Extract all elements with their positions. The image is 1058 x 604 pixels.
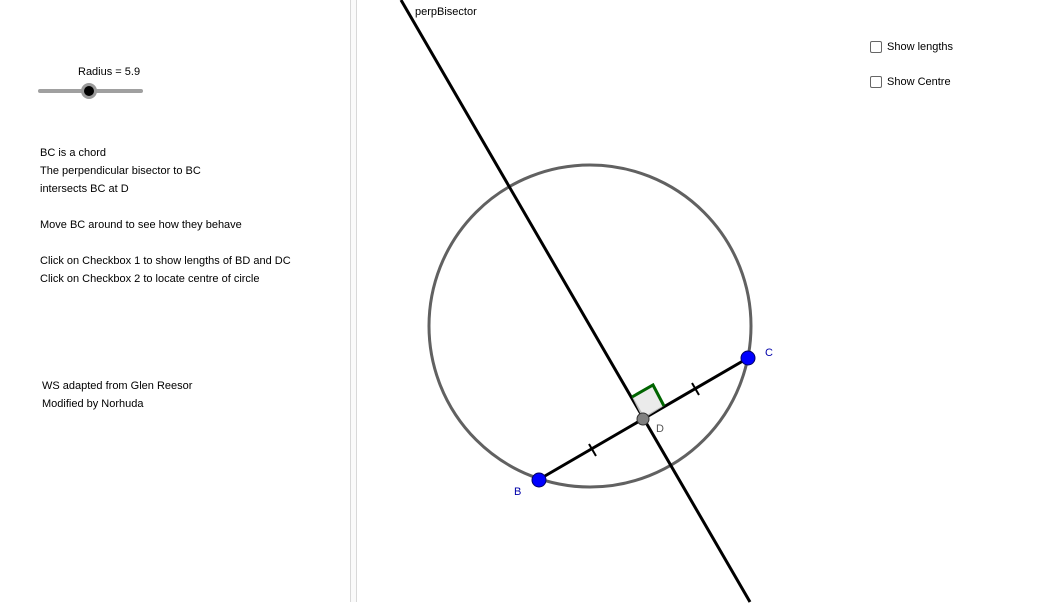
- show-centre-checkbox-row[interactable]: Show Centre: [870, 73, 951, 91]
- right-angle-marker: [631, 382, 666, 419]
- point-c-label: C: [765, 347, 773, 359]
- perpendicular-bisector-line[interactable]: [399, 0, 752, 603]
- point-d[interactable]: [636, 412, 650, 426]
- show-lengths-checkbox[interactable]: [870, 41, 882, 53]
- perp-bisector-label: perpBisector: [415, 6, 477, 18]
- point-c[interactable]: [740, 350, 756, 366]
- point-d-label: D: [656, 423, 664, 435]
- show-lengths-label[interactable]: Show lengths: [887, 41, 953, 53]
- point-b[interactable]: [531, 472, 547, 488]
- point-b-label: B: [514, 486, 521, 498]
- show-lengths-checkbox-row[interactable]: Show lengths: [870, 38, 953, 56]
- show-centre-label[interactable]: Show Centre: [887, 76, 951, 88]
- show-centre-checkbox[interactable]: [870, 76, 882, 88]
